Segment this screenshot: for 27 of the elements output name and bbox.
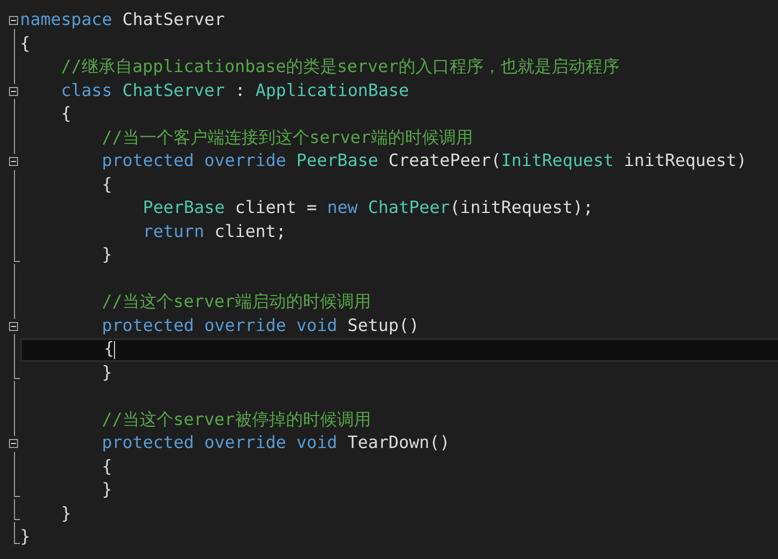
collapse-icon[interactable] (9, 322, 18, 331)
code-line: //当一个客户端连接到这个server端的时候调用 (102, 126, 473, 150)
code-line: { (20, 32, 30, 56)
code-line: { (104, 338, 114, 361)
text-cursor (114, 340, 116, 359)
code-line: { (102, 174, 112, 196)
code-line: } (20, 526, 30, 549)
code-line: namespace ChatServer (20, 9, 225, 32)
code-line: PeerBase client = new ChatPeer(initRequest); (142, 197, 594, 220)
code-line: protected override PeerBase CreatePeer(InitRequest initRequest) (102, 150, 747, 173)
code-line: } (102, 362, 112, 384)
code-line: { (102, 456, 112, 478)
code-line: } (102, 244, 112, 267)
code-line: //当这个server被停掉的时候调用 (102, 408, 371, 432)
collapse-icon[interactable] (9, 439, 18, 448)
code-line: protected override void TearDown() (102, 432, 450, 455)
collapse-icon[interactable] (9, 86, 18, 96)
code-line: } (60, 502, 72, 526)
code-line: } (102, 479, 112, 502)
collapse-icon[interactable] (9, 157, 18, 166)
code-line: return client; (142, 220, 286, 244)
code-line: { (60, 103, 72, 126)
code-line: //继承自applicationbase的类是server的入口程序，也就是启动程序 (60, 56, 620, 79)
collapse-icon[interactable] (9, 16, 18, 26)
code-line: protected override void Setup() (102, 314, 420, 338)
code-line: class ChatServer : ApplicationBase (60, 80, 409, 102)
code-line: //当这个server端启动的时候调用 (102, 291, 371, 314)
